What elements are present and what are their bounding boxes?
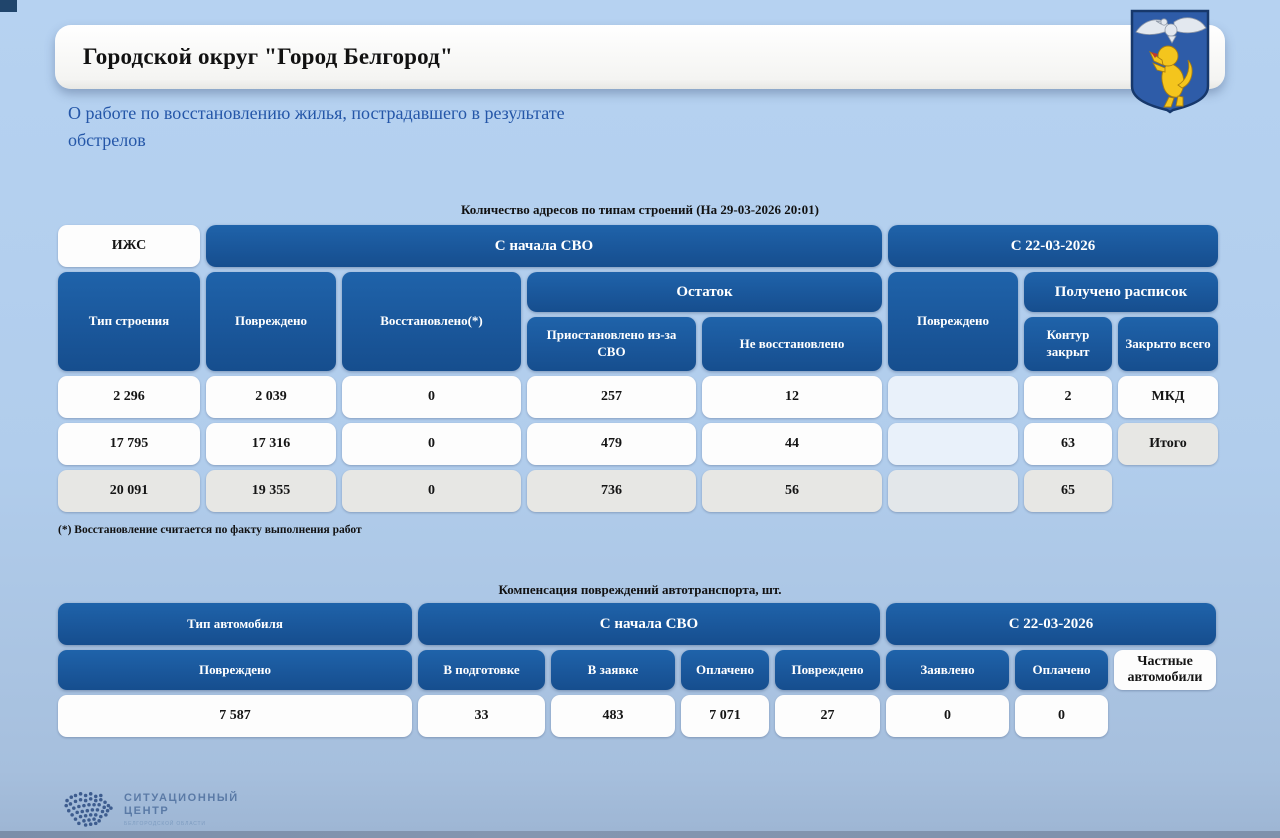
col-header-paid: Оплачено	[681, 650, 769, 690]
page-title: Городской округ "Город Белгород"	[55, 44, 453, 70]
row-total-closed-total: 65	[1024, 470, 1112, 512]
logo-text-block: СИТУАЦИОННЫЙ ЦЕНТР БЕЛГОРОДСКОЙ ОБЛАСТИ	[124, 792, 239, 827]
corner-mark	[0, 0, 17, 12]
row-mkd-closed-total: 63	[1024, 423, 1112, 465]
col-header-paid-since: Оплачено	[1015, 650, 1108, 690]
row-total-suspended: 0	[342, 470, 521, 512]
col-header-vehicle-damaged-since: Повреждено	[775, 650, 880, 690]
row-izhs-type: ИЖС	[58, 225, 200, 267]
row-private-cars-paid: 7 071	[681, 695, 769, 737]
belgorod-coat-of-arms-icon	[1128, 8, 1212, 114]
row-private-cars-declared: 0	[886, 695, 1009, 737]
logo-subtitle: БЕЛГОРОДСКОЙ ОБЛАСТИ	[124, 821, 239, 827]
band-since-date-vehicles: С 22-03-2026	[886, 603, 1216, 645]
row-mkd-suspended: 0	[342, 423, 521, 465]
band-receipts: Получено расписок	[1024, 272, 1218, 312]
row-izhs-contour-closed	[888, 376, 1018, 418]
header-card: Городской округ "Город Белгород"	[55, 25, 1225, 89]
housing-table-caption: Количество адресов по типам строений (На…	[58, 202, 1222, 218]
col-header-in-request: В заявке	[551, 650, 675, 690]
col-header-in-preparation: В подготовке	[418, 650, 545, 690]
housing-table: С начала СВО С 22-03-2026 Тип строения П…	[58, 225, 1218, 512]
logo-line-1: СИТУАЦИОННЫЙ	[124, 792, 239, 805]
page: { "header": { "title": "Городской округ …	[0, 0, 1280, 838]
col-header-suspended: Приостановлено из-за СВО	[527, 317, 696, 371]
row-izhs-restored: 2 039	[206, 376, 336, 418]
row-mkd-contour-closed	[888, 423, 1018, 465]
logo-line-2: ЦЕНТР	[124, 805, 239, 818]
row-izhs-damaged-since: 12	[702, 376, 882, 418]
row-private-cars-in-preparation: 33	[418, 695, 545, 737]
subtitle: О работе по восстановлению жилья, постра…	[68, 100, 588, 154]
band-since-svo-vehicles: С начала СВО	[418, 603, 880, 645]
vehicles-table-caption: Компенсация повреждений автотранспорта, …	[58, 582, 1222, 598]
row-total-restored: 19 355	[206, 470, 336, 512]
row-total-type: Итого	[1118, 423, 1218, 465]
row-private-cars-in-request: 483	[551, 695, 675, 737]
col-header-vehicle-type: Тип автомобиля	[58, 603, 412, 645]
col-header-closed-total: Закрыто всего	[1118, 317, 1218, 371]
col-header-damaged: Повреждено	[206, 272, 336, 371]
housing-table-footnote: (*) Восстановление считается по факту вы…	[58, 524, 362, 536]
col-header-vehicle-damaged: Повреждено	[58, 650, 412, 690]
row-mkd-restored: 17 316	[206, 423, 336, 465]
bottom-strip	[0, 831, 1280, 838]
row-izhs-damaged: 2 296	[58, 376, 200, 418]
row-mkd-not-restored: 479	[527, 423, 696, 465]
band-since-svo: С начала СВО	[206, 225, 882, 267]
row-private-cars-paid-since: 0	[1015, 695, 1108, 737]
col-header-restored: Восстановлено(*)	[342, 272, 521, 371]
row-total-damaged: 20 091	[58, 470, 200, 512]
row-total-not-restored: 736	[527, 470, 696, 512]
row-izhs-closed-total: 2	[1024, 376, 1112, 418]
row-izhs-suspended: 0	[342, 376, 521, 418]
col-header-building-type: Тип строения	[58, 272, 200, 371]
band-since-date: С 22-03-2026	[888, 225, 1218, 267]
row-private-cars-type: Частные автомобили	[1114, 650, 1216, 690]
row-total-damaged-since: 56	[702, 470, 882, 512]
col-header-damaged-since: Повреждено	[888, 272, 1018, 371]
row-mkd-damaged: 17 795	[58, 423, 200, 465]
col-header-not-restored: Не восстановлено	[702, 317, 882, 371]
col-header-declared: Заявлено	[886, 650, 1009, 690]
region-map-dots-icon	[62, 786, 116, 832]
col-header-contour-closed: Контур закрыт	[1024, 317, 1112, 371]
row-mkd-type: МКД	[1118, 376, 1218, 418]
situation-center-logo: СИТУАЦИОННЫЙ ЦЕНТР БЕЛГОРОДСКОЙ ОБЛАСТИ	[62, 786, 239, 832]
vehicles-table: С начала СВО С 22-03-2026 Тип автомобиля…	[58, 603, 1216, 737]
row-private-cars-damaged: 7 587	[58, 695, 412, 737]
row-total-contour-closed	[888, 470, 1018, 512]
row-private-cars-damaged-since: 27	[775, 695, 880, 737]
row-mkd-damaged-since: 44	[702, 423, 882, 465]
band-remainder: Остаток	[527, 272, 882, 312]
row-izhs-not-restored: 257	[527, 376, 696, 418]
